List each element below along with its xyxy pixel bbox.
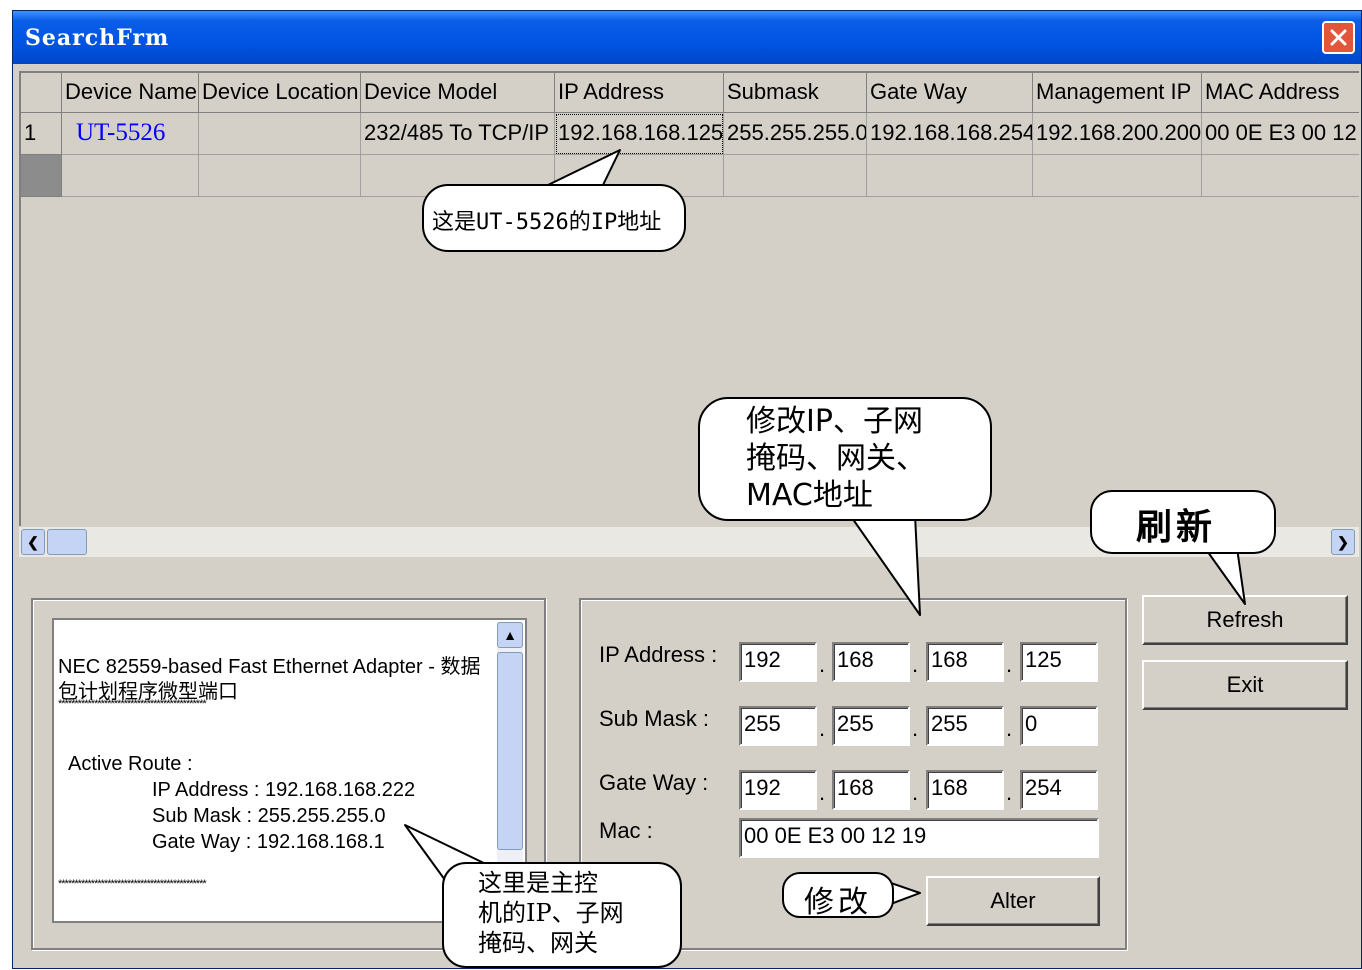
callout-pointers	[404, 149, 1246, 906]
callout-modify: 修改IP、子网 掩码、网关、 MAC地址	[698, 397, 992, 521]
callout-host: 这里是主控 机的IP、子网 掩码、网关	[442, 862, 682, 968]
callout-host-line-2: 机的IP、子网	[478, 899, 624, 927]
callout-refresh-text: 刷新	[1136, 507, 1217, 548]
callout-ip-of-device: 这是UT-5526的IP地址	[422, 184, 686, 252]
callout-host-line-3: 掩码、网关	[478, 929, 598, 957]
callout-refresh: 刷新	[1090, 490, 1276, 554]
callout-ip-of-device-text: 这是UT-5526的IP地址	[432, 210, 662, 235]
callout-alter: 修改	[782, 872, 894, 920]
callout-host-line-1: 这里是主控	[478, 869, 598, 897]
callout-modify-line-1: 修改IP、子网	[746, 404, 923, 439]
callout-modify-line-3: MAC地址	[746, 478, 873, 513]
callout-modify-line-2: 掩码、网关、	[746, 441, 926, 476]
callout-alter-text: 修改	[804, 885, 872, 920]
